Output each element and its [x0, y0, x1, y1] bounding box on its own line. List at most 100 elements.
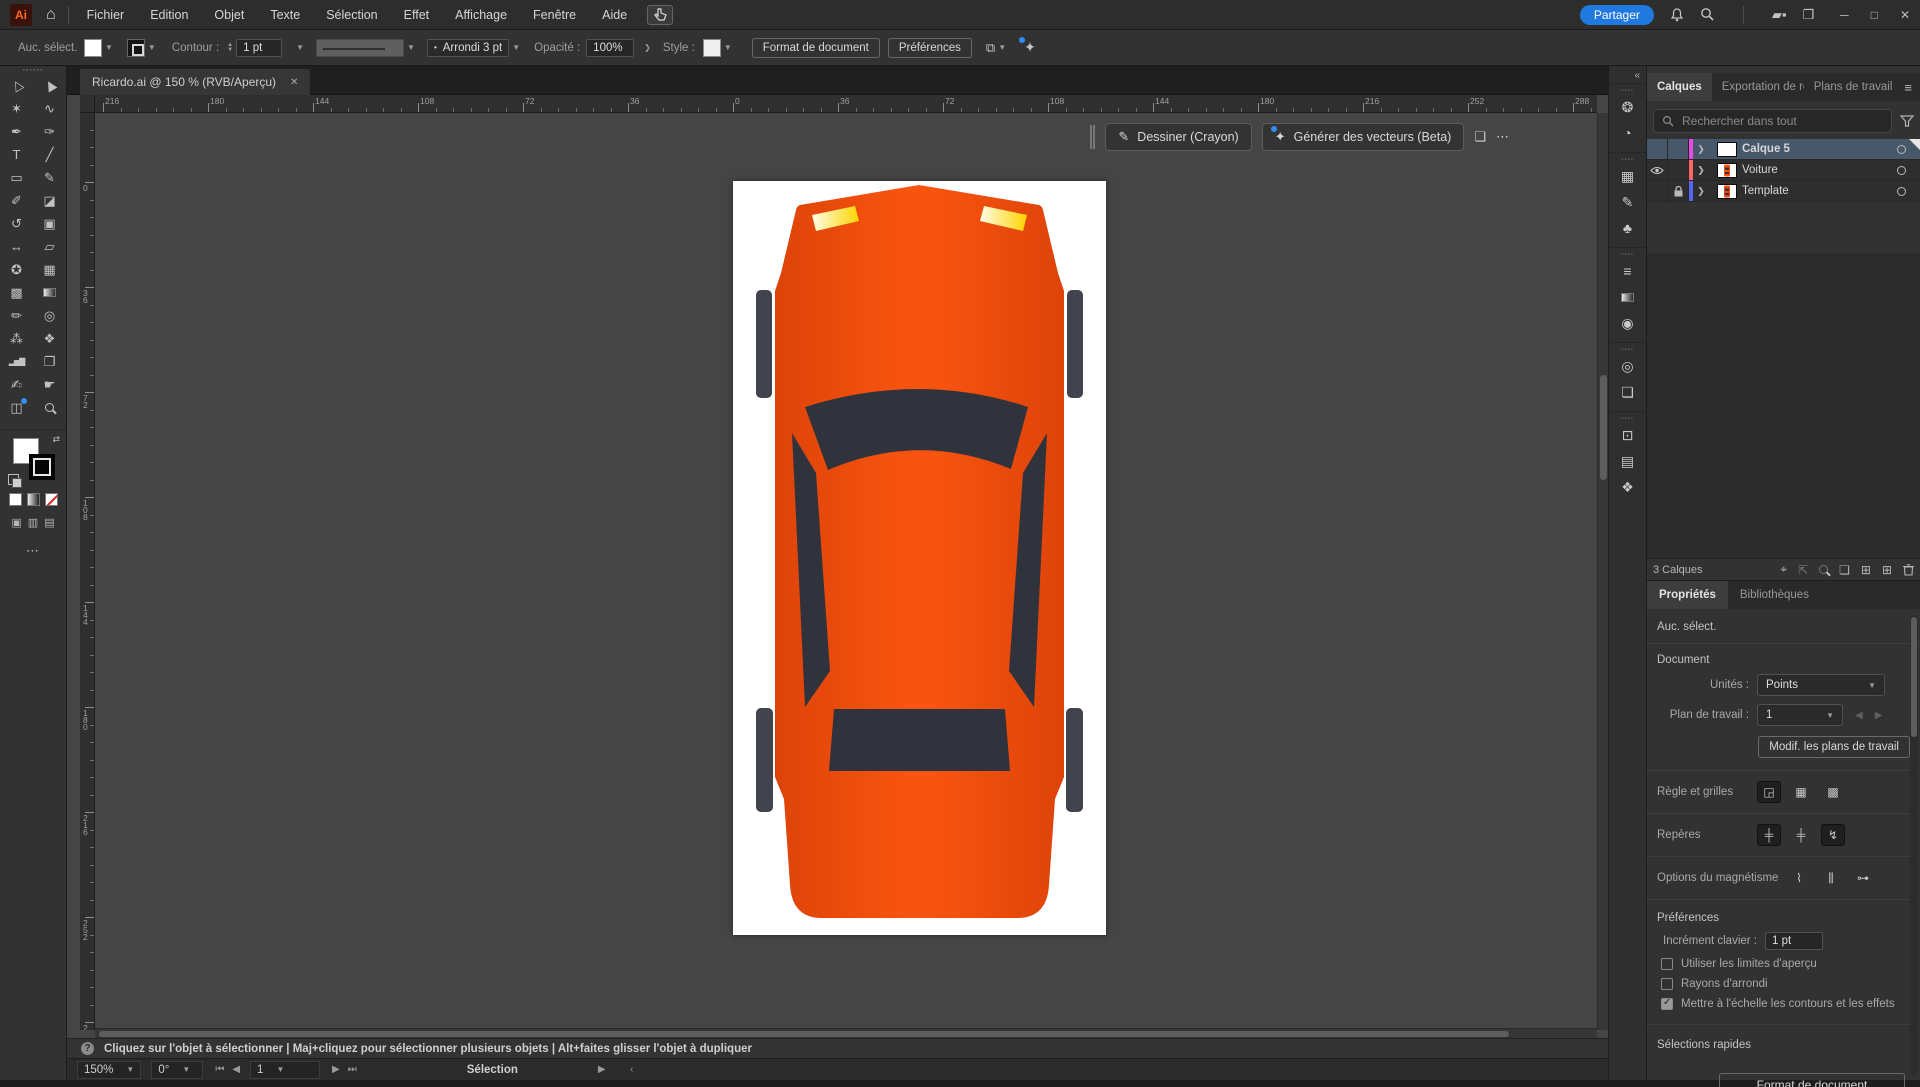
panel-menu-icon[interactable]: ≡ [1904, 80, 1920, 95]
stroke-panel-icon[interactable]: ≡ [1609, 258, 1646, 284]
brushes-panel-icon[interactable]: ✎ [1609, 189, 1646, 215]
align-panel-icon[interactable]: ▤ [1609, 448, 1646, 474]
layer-thumbnail[interactable] [1717, 184, 1737, 199]
generative-ai-icon[interactable]: ✦ [1024, 39, 1036, 56]
artboards-panel-icon[interactable]: ❏ [1609, 379, 1646, 405]
last-artboard-icon[interactable]: ⏭ [348, 1064, 357, 1075]
color-mode-icon[interactable] [9, 493, 22, 506]
scale-tool[interactable]: ▣ [33, 212, 66, 235]
document-tab[interactable]: Ricardo.ai @ 150 % (RVB/Aperçu) ✕ [80, 69, 310, 95]
show-guides-button[interactable]: ╪ [1757, 824, 1781, 846]
new-sublayer-icon[interactable]: ⊞ [1861, 563, 1871, 577]
status-expand-icon[interactable]: ▶ [598, 1064, 606, 1075]
workspace-switcher-icon[interactable]: ▰▪ [1772, 7, 1787, 23]
swatches-panel-icon[interactable]: ▦ [1609, 163, 1646, 189]
window-minimize-button[interactable]: ─ [1840, 8, 1849, 22]
layer-name[interactable]: Voiture [1742, 164, 1778, 176]
hand-tool[interactable]: ☛ [33, 373, 66, 396]
preview-bounds-option[interactable]: Utiliser les limites d'aperçu [1661, 958, 1910, 970]
layers-search-icon[interactable] [1819, 565, 1828, 574]
color-guide-panel-icon[interactable]: ◔ [1609, 120, 1646, 146]
expand-panels-icon[interactable]: « [1609, 66, 1646, 83]
menu-affichage[interactable]: Affichage [455, 8, 507, 22]
menu-objet[interactable]: Objet [214, 8, 244, 22]
tab-bibliotheques[interactable]: Bibliothèques [1728, 581, 1821, 609]
stroke-weight-input[interactable]: 1 pt [236, 39, 282, 57]
pen-tool[interactable]: ✒ [0, 120, 33, 143]
visibility-toggle[interactable] [1647, 160, 1668, 180]
prev-artboard-icon[interactable]: ◀ [232, 1064, 240, 1075]
tab-exportation[interactable]: Exportation de res [1712, 73, 1804, 101]
lock-toggle[interactable] [1668, 139, 1689, 159]
opacity-input[interactable]: 100% [586, 39, 634, 57]
transparency-panel-icon[interactable]: ◉ [1609, 310, 1646, 336]
locate-object-icon[interactable]: ⌖ [1780, 562, 1787, 577]
isolate-dropdown-icon[interactable]: ▼ [998, 43, 1006, 52]
home-icon[interactable]: ⌂ [46, 6, 56, 24]
taskbar-grip[interactable] [1090, 125, 1095, 149]
layer-thumbnail[interactable] [1717, 142, 1737, 157]
shape-builder-tool[interactable]: ✪ [0, 258, 33, 281]
draw-normal-icon[interactable]: ▣ [11, 516, 21, 529]
snap-to-point-button[interactable]: ⌇ [1787, 867, 1811, 889]
pencil-tool[interactable]: ✍ [0, 373, 33, 396]
preview-bounds-checkbox[interactable] [1661, 958, 1673, 970]
snap-to-grid-button[interactable]: ⫼ [1819, 867, 1843, 889]
share-button[interactable]: Partager [1580, 5, 1654, 25]
blend-tool[interactable]: ◎ [33, 304, 66, 327]
menu-aide[interactable]: Aide [602, 8, 627, 22]
document-viewport[interactable]: ✎ Dessiner (Crayon) ✦ Générer des vecteu… [95, 113, 1597, 1030]
none-mode-icon[interactable] [45, 493, 58, 506]
target-circle-icon[interactable] [1897, 187, 1906, 196]
delete-layer-icon[interactable] [1903, 564, 1914, 576]
variable-width-profile-dropdown[interactable] [316, 39, 404, 57]
tab-proprietes[interactable]: Propriétés [1647, 581, 1728, 609]
style-dropdown-icon[interactable]: ▼ [724, 43, 732, 52]
fill-dropdown-icon[interactable]: ▼ [105, 43, 113, 52]
curvature-tool[interactable]: ✑ [33, 120, 66, 143]
ruler-origin-box[interactable] [80, 95, 95, 113]
pathfinder-panel-icon[interactable]: ❖ [1609, 474, 1646, 500]
first-artboard-icon[interactable]: ⏮ [215, 1064, 224, 1075]
layer-row-calque5[interactable]: ❯ Calque 5 [1647, 139, 1920, 160]
style-swatch[interactable] [703, 39, 721, 57]
quick-action-clipped[interactable]: Format de document [1719, 1073, 1905, 1087]
artboard-dropdown[interactable]: 1 ▼ [1757, 704, 1843, 726]
fill-color-swatch[interactable] [84, 39, 102, 57]
document-tab-close-icon[interactable]: ✕ [290, 77, 298, 88]
lasso-tool[interactable]: ∿ [33, 97, 66, 120]
intertwine-tool[interactable]: ◫ [0, 396, 33, 419]
document-setup-button[interactable]: Format de document [752, 38, 880, 58]
symbols-panel-icon[interactable]: ♣ [1609, 215, 1646, 241]
generate-vectors-button[interactable]: ✦ Générer des vecteurs (Beta) [1262, 123, 1465, 151]
expand-chevron-icon[interactable]: ❯ [1693, 186, 1709, 197]
corner-radius-checkbox[interactable] [1661, 978, 1673, 990]
color-panel-icon[interactable]: ❂ [1609, 94, 1646, 120]
next-artboard-arrow-icon[interactable]: ▶ [1875, 710, 1883, 721]
shaper-tool[interactable]: ✐ [0, 189, 33, 212]
opacity-panel-icon[interactable]: ❯ [644, 43, 651, 52]
default-fill-stroke-icon[interactable] [8, 474, 19, 485]
type-tool[interactable]: T [0, 143, 33, 166]
tab-plans-de-travail[interactable]: Plans de travail [1804, 73, 1903, 101]
stroke-weight-dropdown-icon[interactable]: ▼ [296, 43, 304, 52]
illustrator-logo[interactable]: Ai [10, 4, 32, 26]
mesh-tool[interactable]: ▩ [0, 281, 33, 304]
layer-row-template[interactable]: ❯ Template [1647, 181, 1920, 202]
show-grid-button[interactable]: ▦ [1789, 781, 1813, 803]
prev-artboard-arrow-icon[interactable]: ◀ [1855, 710, 1863, 721]
stroke-color-swatch[interactable] [127, 39, 145, 57]
rotation-dropdown[interactable]: 0° ▼ [151, 1061, 203, 1079]
gradient-mode-icon[interactable] [27, 493, 40, 506]
corner-radius-option[interactable]: Rayons d'arrondi [1661, 978, 1910, 990]
free-transform-tool[interactable]: ▱ [33, 235, 66, 258]
preferences-button[interactable]: Préférences [888, 38, 972, 58]
notifications-bell-icon[interactable] [1670, 8, 1684, 22]
zoom-level-dropdown[interactable]: 150% ▼ [77, 1061, 141, 1079]
layer-name[interactable]: Template [1742, 185, 1789, 197]
properties-scrollbar-thumb[interactable] [1911, 617, 1917, 737]
target-circle-icon[interactable] [1897, 166, 1906, 175]
gradient-panel-icon[interactable] [1609, 284, 1646, 310]
paintbrush-tool[interactable]: ✎ [33, 166, 66, 189]
arrange-documents-icon[interactable]: ❒ [1803, 7, 1815, 23]
